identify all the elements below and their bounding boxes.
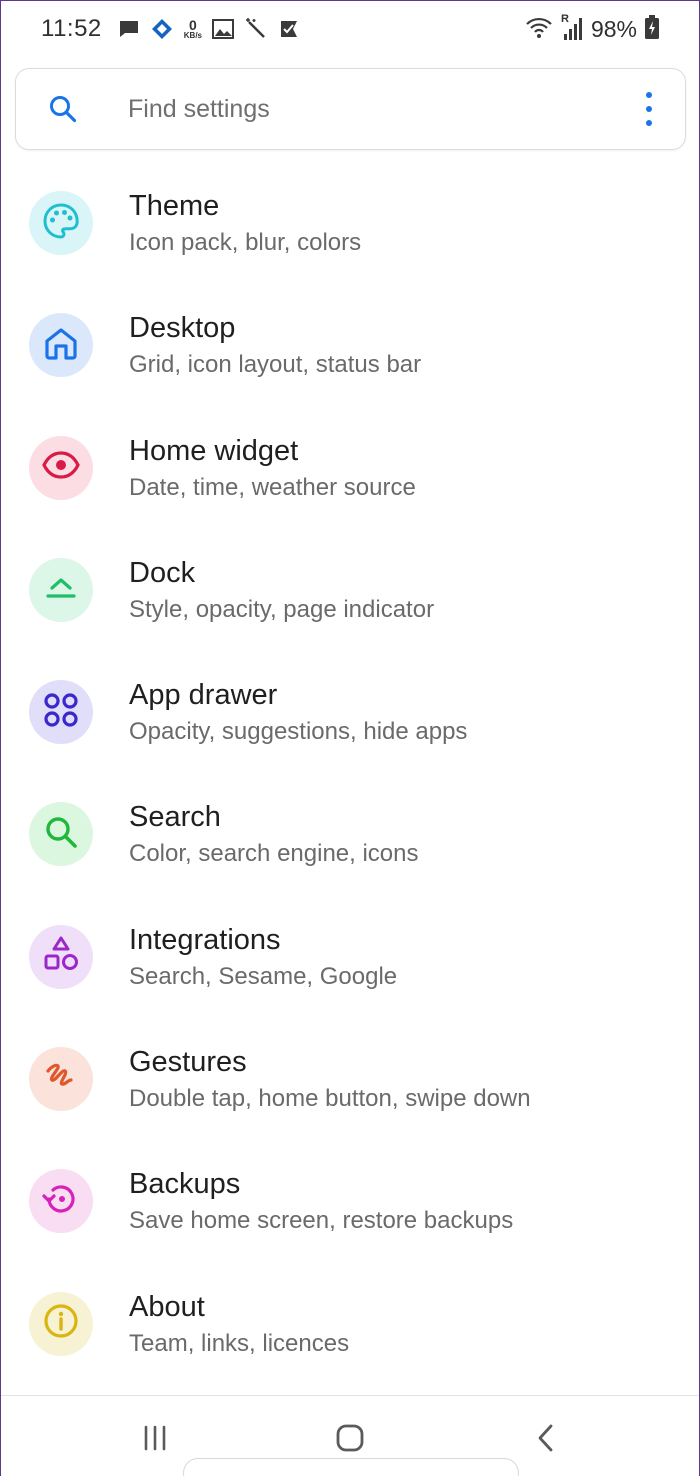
settings-item-integrations[interactable]: Integrations Search, Sesame, Google: [1, 895, 699, 1017]
signal-icon: R: [561, 13, 583, 41]
search-bar[interactable]: [15, 68, 686, 150]
search-icon[interactable]: [48, 94, 78, 124]
settings-item-title: Dock: [129, 556, 196, 589]
settings-item-title: About: [129, 1290, 205, 1323]
info-icon: [42, 1302, 80, 1345]
about-icon-circle: [29, 1291, 93, 1356]
dock-icon-circle: [29, 557, 93, 622]
restore-icon: [41, 1179, 81, 1224]
task-check-icon: [278, 18, 300, 40]
settings-item-subtitle: Save home screen, restore backups: [129, 1207, 514, 1235]
app-diamond-icon: [150, 17, 174, 41]
settings-item-title: Integrations: [129, 923, 281, 956]
shapes-icon: [41, 934, 81, 979]
backups-icon-circle: [29, 1169, 93, 1234]
more-options-icon[interactable]: [643, 92, 655, 126]
desktop-icon-circle: [29, 313, 93, 378]
home-icon: [42, 324, 80, 367]
settings-item-subtitle: Search, Sesame, Google: [129, 962, 398, 990]
search-icon-circle: [29, 802, 93, 867]
settings-item-title: Home widget: [129, 434, 299, 467]
search-icon: [42, 813, 80, 856]
status-time: 11:52: [41, 15, 102, 42]
search-input[interactable]: [128, 94, 568, 124]
settings-item-title: App drawer: [129, 679, 278, 712]
notification-icons: 0 KB/s: [118, 17, 300, 41]
network-speed-value: 0: [189, 17, 197, 33]
settings-item-desktop[interactable]: Desktop Grid, icon layout, status bar: [1, 283, 699, 405]
theme-icon-circle: [29, 191, 93, 255]
integrations-icon-circle: [29, 924, 93, 989]
settings-item-title: Desktop: [129, 312, 236, 345]
gestures-icon-circle: [29, 1047, 93, 1112]
status-bar: 11:52 0 KB/s R 98%: [1, 1, 699, 57]
back-button[interactable]: [526, 1420, 566, 1456]
magic-wand-icon: [244, 17, 268, 41]
network-speed: 0 KB/s: [184, 18, 202, 40]
home-button[interactable]: [330, 1420, 370, 1456]
battery-charging-icon: [645, 14, 659, 44]
settings-item-title: Search: [129, 801, 221, 834]
gesture-handle: [183, 1458, 519, 1476]
settings-item-search[interactable]: Search Color, search engine, icons: [1, 772, 699, 894]
settings-item-subtitle: Color, search engine, icons: [129, 840, 419, 868]
settings-item-about[interactable]: About Team, links, licences: [1, 1262, 699, 1384]
settings-list: Theme Icon pack, blur, colors Desktop Gr…: [1, 161, 699, 1384]
navigation-bar: [1, 1395, 699, 1476]
wifi-icon: [525, 15, 553, 44]
message-icon: [118, 18, 140, 40]
network-speed-unit: KB/s: [183, 31, 203, 40]
settings-item-subtitle: Style, opacity, page indicator: [129, 595, 435, 623]
dock-icon: [42, 568, 80, 611]
eye-icon: [41, 445, 81, 490]
settings-item-dock[interactable]: Dock Style, opacity, page indicator: [1, 528, 699, 650]
settings-item-title: Theme: [129, 190, 220, 222]
settings-item-theme[interactable]: Theme Icon pack, blur, colors: [1, 161, 699, 283]
home-widget-icon-circle: [29, 435, 93, 500]
settings-item-subtitle: Icon pack, blur, colors: [129, 229, 362, 256]
settings-item-gestures[interactable]: Gestures Double tap, home button, swipe …: [1, 1017, 699, 1139]
palette-icon: [42, 202, 80, 245]
settings-item-title: Backups: [129, 1168, 241, 1201]
settings-item-subtitle: Date, time, weather source: [129, 473, 416, 501]
app-drawer-icon-circle: [29, 680, 93, 745]
image-icon: [212, 19, 235, 39]
recent-apps-button[interactable]: [135, 1420, 175, 1456]
settings-item-backups[interactable]: Backups Save home screen, restore backup…: [1, 1139, 699, 1261]
apps-grid-icon: [41, 690, 81, 735]
settings-item-title: Gestures: [129, 1046, 247, 1079]
settings-item-subtitle: Double tap, home button, swipe down: [129, 1085, 531, 1113]
settings-item-home-widget[interactable]: Home widget Date, time, weather source: [1, 406, 699, 528]
settings-item-subtitle: Grid, icon layout, status bar: [129, 351, 422, 379]
settings-item-app-drawer[interactable]: App drawer Opacity, suggestions, hide ap…: [1, 650, 699, 772]
gesture-icon: [41, 1057, 81, 1102]
network-label: R: [560, 13, 569, 25]
settings-item-subtitle: Opacity, suggestions, hide apps: [129, 718, 468, 746]
settings-item-subtitle: Team, links, licences: [129, 1329, 350, 1357]
battery-percent: 98%: [590, 15, 637, 42]
status-right: R 98%: [525, 13, 659, 44]
